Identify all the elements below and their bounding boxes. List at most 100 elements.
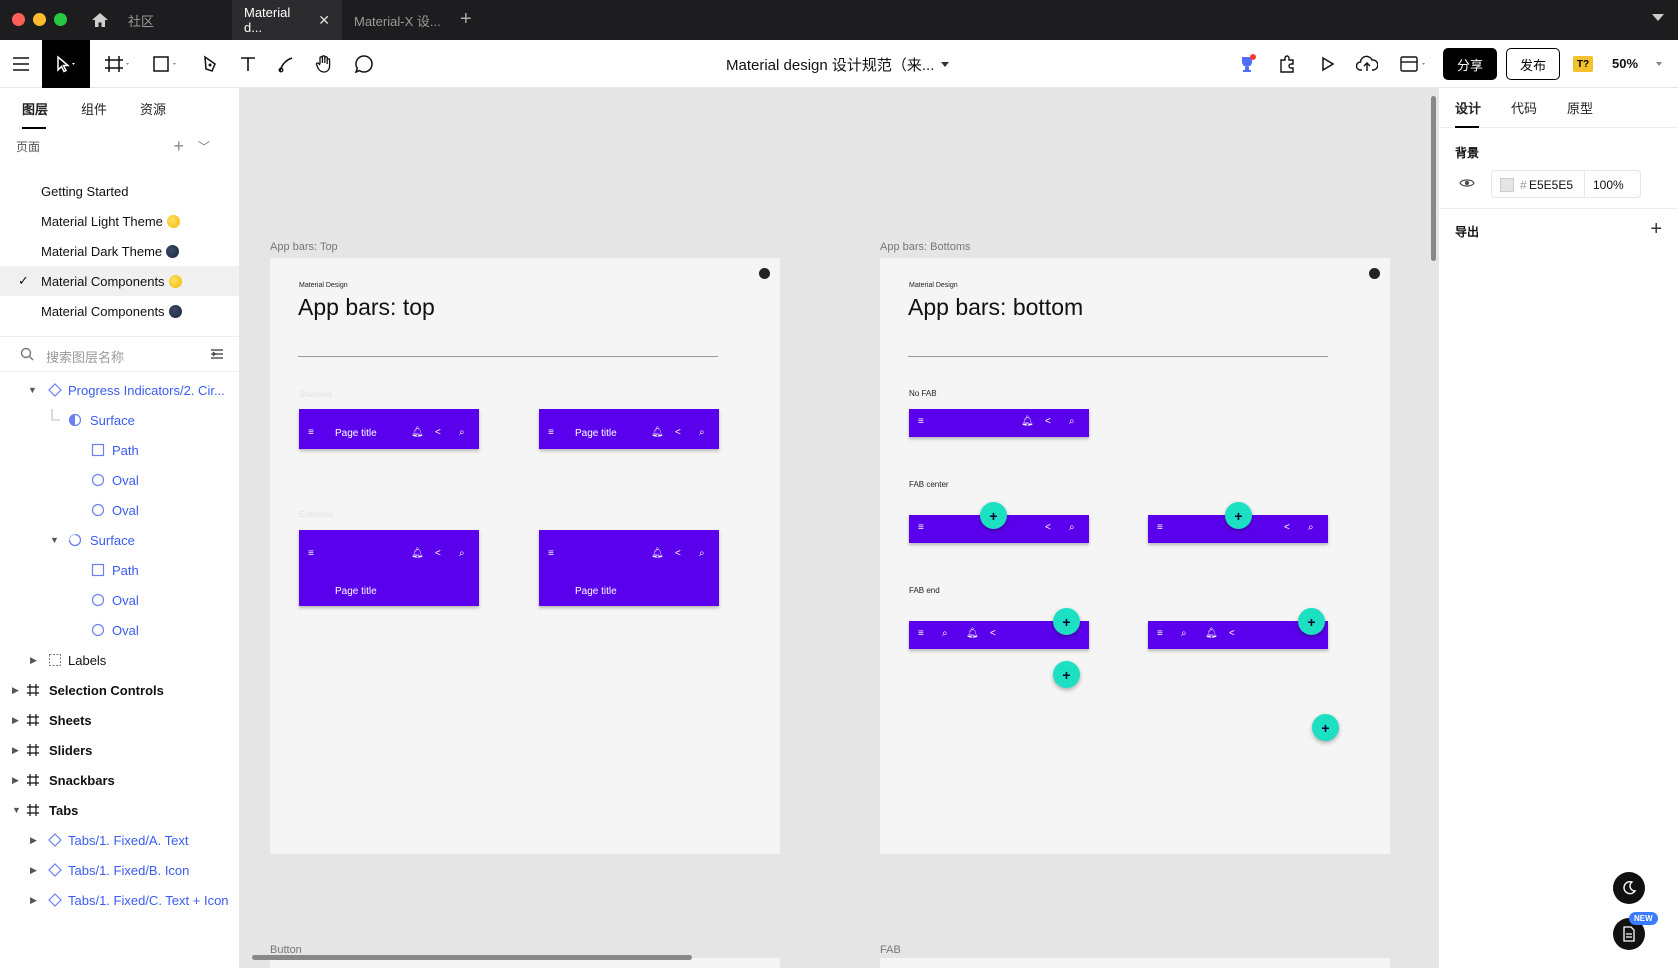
pen-tool-icon[interactable] <box>196 40 224 88</box>
chevron-right-icon[interactable]: ▶ <box>12 745 19 756</box>
add-export-icon[interactable]: + <box>1650 218 1662 241</box>
tab-assets[interactable]: 资源 <box>140 99 166 118</box>
document-title[interactable]: Material design 设计规范（来... <box>726 54 934 75</box>
plugin-icon[interactable] <box>1272 40 1302 88</box>
page-item[interactable]: Getting Started <box>0 176 239 206</box>
fab-add-button[interactable]: + <box>1225 502 1252 529</box>
frame-label[interactable]: App bars: Top <box>270 241 338 253</box>
chevron-down-icon[interactable]: ▼ <box>28 385 37 395</box>
play-icon[interactable] <box>1312 40 1342 88</box>
fab-add-button[interactable]: + <box>980 502 1007 529</box>
fab-add-button[interactable]: + <box>1053 661 1080 688</box>
chevron-down-icon[interactable]: ▼ <box>12 805 21 815</box>
fab-add-button[interactable]: + <box>1298 608 1325 635</box>
page-item[interactable]: Material Light Theme <box>0 206 239 236</box>
top-app-bar-extended[interactable]: ≡ 🔔︎ < ⌕ Page title <box>299 530 479 606</box>
chevron-right-icon[interactable]: ▶ <box>30 655 37 666</box>
layer-row[interactable]: ▶ Tabs/1. Fixed/C. Text + Icon <box>0 885 239 915</box>
background-hex-value[interactable]: E5E5E5 <box>1529 178 1573 192</box>
layer-row[interactable]: Path <box>0 435 239 465</box>
hand-tool-icon[interactable] <box>310 40 338 88</box>
design-canvas[interactable]: App bars: Top Material Design App bars: … <box>240 88 1438 968</box>
move-tool-button[interactable] <box>42 40 90 88</box>
comment-tool-icon[interactable] <box>350 40 378 88</box>
new-tab-icon[interactable]: + <box>460 8 472 31</box>
frame-label[interactable]: App bars: Bottoms <box>880 241 971 253</box>
main-menu-icon[interactable] <box>8 40 34 88</box>
page-item[interactable]: Material Dark Theme <box>0 236 239 266</box>
fab-add-button[interactable]: + <box>1312 714 1339 741</box>
minimize-window-button[interactable] <box>33 13 46 26</box>
background-opacity-value[interactable]: 100% <box>1593 178 1624 192</box>
tab-document[interactable]: Material-X 设... <box>342 0 462 40</box>
layer-row[interactable]: ▼ Progress Indicators/2. Cir... <box>0 375 239 405</box>
chevron-down-icon[interactable]: ▼ <box>50 535 59 545</box>
layer-row[interactable]: ▶ Tabs/1. Fixed/B. Icon <box>0 855 239 885</box>
bottom-app-bar[interactable]: ≡ 🔔︎ < ⌕ <box>909 409 1089 437</box>
share-button[interactable]: 分享 <box>1443 48 1497 80</box>
layout-view-icon[interactable] <box>1394 40 1434 88</box>
chevron-right-icon[interactable]: ▶ <box>30 835 37 846</box>
layer-row[interactable]: ▼ Surface <box>0 525 239 555</box>
layer-row[interactable]: ▶ Tabs/1. Fixed/A. Text <box>0 825 239 855</box>
tab-prototype[interactable]: 原型 <box>1567 98 1593 117</box>
shape-tool-icon[interactable] <box>148 40 184 88</box>
vertical-scrollbar[interactable] <box>1431 96 1436 261</box>
close-window-button[interactable] <box>12 13 25 26</box>
chevron-right-icon[interactable]: ▶ <box>30 865 37 876</box>
dark-mode-toggle-button[interactable] <box>1613 872 1645 904</box>
search-input[interactable]: 搜索图层名称 <box>46 347 124 366</box>
close-icon[interactable]: ✕ <box>318 12 330 29</box>
page-item[interactable]: Material Components <box>0 296 239 326</box>
chevron-right-icon[interactable]: ▶ <box>30 895 37 906</box>
frame-label[interactable]: FAB <box>880 944 901 956</box>
font-missing-badge[interactable]: T? <box>1573 56 1593 72</box>
chevron-down-icon[interactable] <box>1652 14 1664 21</box>
layer-row[interactable]: Path <box>0 555 239 585</box>
frame-app-bars-top[interactable]: Material Design App bars: top Standard E… <box>270 258 780 854</box>
top-app-bar[interactable]: ≡ Page title 🔔︎ < ⌕ <box>539 409 719 449</box>
top-app-bar-extended[interactable]: ≡ 🔔︎ < ⌕ Page title <box>539 530 719 606</box>
top-app-bar[interactable]: ≡ Page title 🔔︎ < ⌕ <box>299 409 479 449</box>
page-item-selected[interactable]: ✓ Material Components <box>0 266 239 296</box>
layer-row[interactable]: Surface <box>0 405 239 435</box>
chevron-down-icon[interactable] <box>941 62 949 67</box>
zoom-level[interactable]: 50% <box>1612 56 1638 71</box>
layer-row[interactable]: Oval <box>0 465 239 495</box>
tab-design[interactable]: 设计 <box>1455 98 1481 128</box>
layer-row[interactable]: ▶ Sheets <box>0 705 239 735</box>
background-color-field[interactable]: # E5E5E5 100% <box>1491 170 1641 198</box>
layer-row[interactable]: Oval <box>0 495 239 525</box>
upload-icon[interactable] <box>1352 40 1382 88</box>
add-page-icon[interactable]: + <box>173 136 184 157</box>
tab-document-active[interactable]: Material d... ✕ <box>232 0 342 40</box>
layer-row[interactable]: ▶ Labels <box>0 645 239 675</box>
text-tool-icon[interactable] <box>234 40 262 88</box>
layer-row[interactable]: ▶ Snackbars <box>0 765 239 795</box>
frame-tool-icon[interactable] <box>100 40 136 88</box>
chevron-down-icon[interactable] <box>1656 62 1662 66</box>
fab-add-button[interactable]: + <box>1053 608 1080 635</box>
horizontal-scrollbar[interactable] <box>252 955 692 960</box>
frame-app-bars-bottom[interactable]: Material Design App bars: bottom No FAB … <box>880 258 1390 854</box>
chevron-right-icon[interactable]: ▶ <box>12 775 19 786</box>
filter-icon[interactable] <box>210 347 224 361</box>
layer-row[interactable]: Oval <box>0 585 239 615</box>
tab-community[interactable]: 社区 <box>128 11 154 30</box>
layer-row[interactable]: ▶ Sliders <box>0 735 239 765</box>
pencil-tool-icon[interactable] <box>272 40 300 88</box>
tab-code[interactable]: 代码 <box>1511 98 1537 117</box>
maximize-window-button[interactable] <box>54 13 67 26</box>
color-swatch[interactable] <box>1500 178 1514 192</box>
chevron-down-icon[interactable]: ﹀ <box>198 138 210 155</box>
home-icon[interactable] <box>90 10 110 30</box>
tab-components[interactable]: 组件 <box>81 99 107 118</box>
layer-row[interactable]: ▶ Selection Controls <box>0 675 239 705</box>
layer-row[interactable]: Oval <box>0 615 239 645</box>
trophy-icon[interactable] <box>1232 40 1262 88</box>
layer-row[interactable]: ▼ Tabs <box>0 795 239 825</box>
frame-fab[interactable] <box>880 958 1390 968</box>
chevron-right-icon[interactable]: ▶ <box>12 685 19 696</box>
eye-icon[interactable] <box>1459 176 1475 190</box>
tab-layers[interactable]: 图层 <box>22 99 48 129</box>
